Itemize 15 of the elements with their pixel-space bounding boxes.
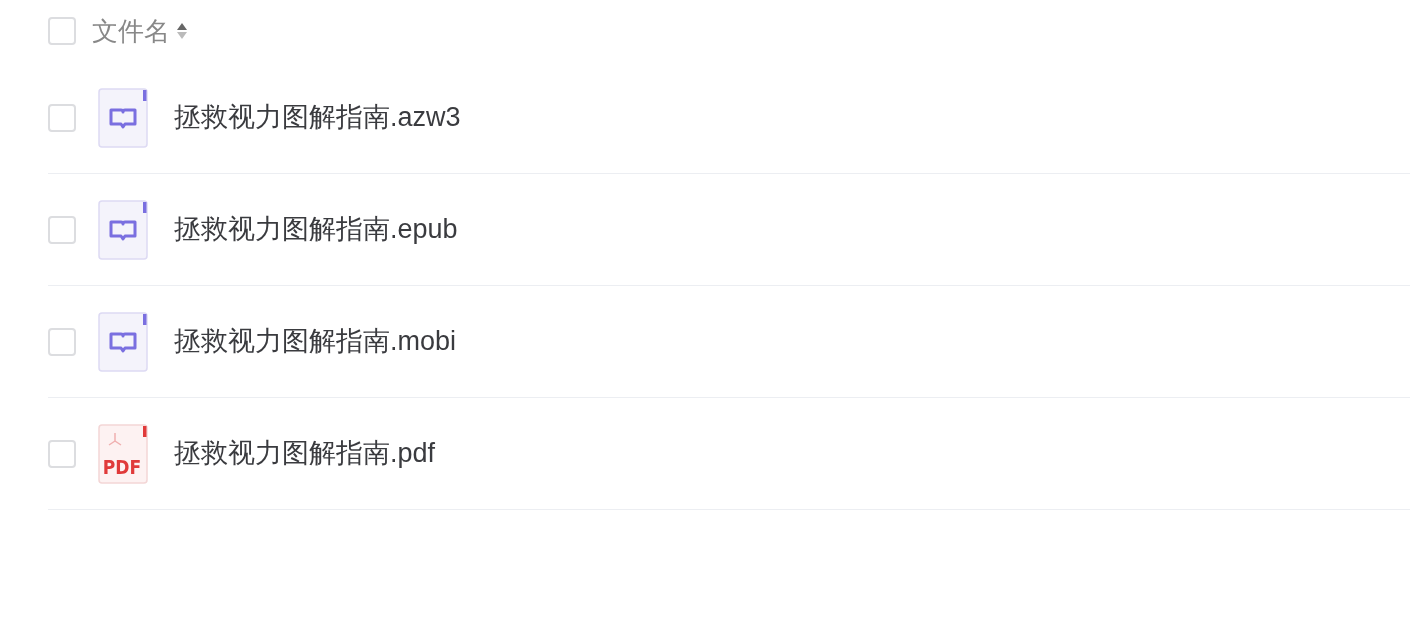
select-all-checkbox[interactable] [48,17,76,45]
book-file-icon [98,87,148,148]
row-checkbox[interactable] [48,439,76,468]
sort-icon[interactable] [176,21,188,41]
file-name[interactable]: 拯救视力图解指南.azw3 [174,97,461,138]
row-checkbox[interactable] [48,103,76,132]
file-name[interactable]: 拯救视力图解指南.epub [174,209,458,250]
column-header[interactable]: 文件名 [92,11,170,51]
file-name[interactable]: 拯救视力图解指南.mobi [174,321,457,362]
row-checkbox[interactable] [48,327,76,356]
book-file-icon [98,311,148,372]
pdf-file-icon: PDF [98,423,148,484]
book-file-icon [98,199,148,260]
file-name[interactable]: 拯救视力图解指南.pdf [174,433,436,474]
row-checkbox[interactable] [48,215,76,244]
